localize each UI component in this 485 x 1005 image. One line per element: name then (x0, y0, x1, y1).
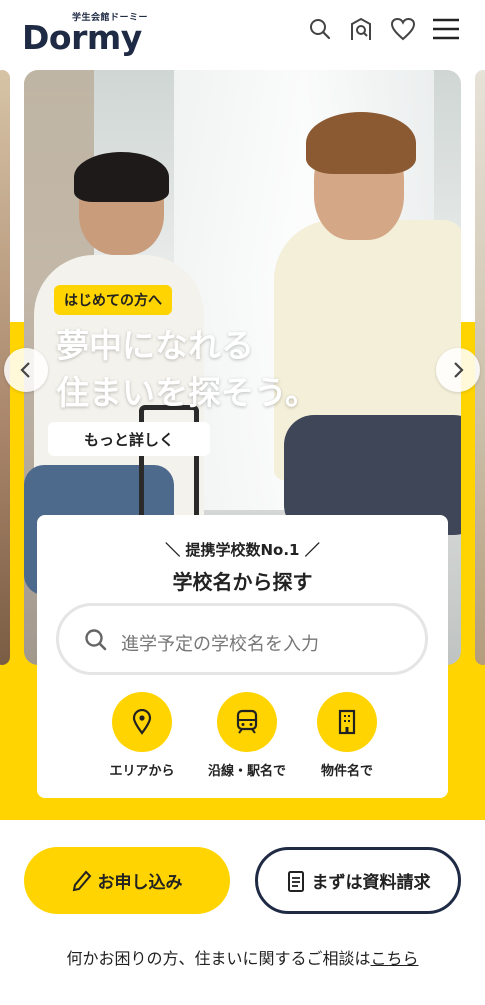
search-pre-title: ＼ 提携学校数No.1 ／ (165, 541, 320, 559)
school-search-card: ＼ 提携学校数No.1 ／ 学校名から探す 進学予定の学校名を入力 エリアから … (37, 515, 448, 798)
search-option-circle (217, 692, 277, 752)
dormy-logo[interactable]: 学生会館ドーミー Dormy (22, 8, 148, 57)
request-documents-button[interactable]: まずは資料請求 (255, 847, 461, 914)
hero-more-button[interactable]: もっと詳しく (48, 422, 210, 456)
search-option-circle (317, 692, 377, 752)
consultation-text: 何かお困りの方、住まいに関するご相談はこちら (0, 945, 485, 969)
hero-title-line: 住まいを探そう。 (56, 373, 319, 412)
search-option-label: エリアから (109, 764, 175, 779)
heart-icon[interactable] (389, 15, 417, 43)
consultation-message: 何かお困りの方、住まいに関するご相談は (66, 949, 371, 968)
hero-photo-person (74, 152, 169, 202)
site-header: 学生会館ドーミー Dormy (0, 0, 485, 62)
search-title: 学校名から探す (172, 570, 313, 594)
document-icon (287, 870, 304, 892)
hero-photo-person (306, 112, 416, 174)
search-option-label: 沿線・駅名で (207, 764, 286, 779)
hero-title-line: 夢中になれる (56, 326, 254, 365)
chevron-right-icon (454, 362, 464, 378)
search-placeholder: 進学予定の学校名を入力 (121, 634, 319, 655)
map-pin-icon (132, 709, 152, 735)
search-icon[interactable] (306, 15, 334, 43)
building-search-icon[interactable] (347, 15, 375, 43)
apply-button[interactable]: お申し込み (24, 847, 230, 914)
apply-button-label: お申し込み (97, 873, 183, 893)
school-search-input[interactable]: 進学予定の学校名を入力 (56, 603, 428, 675)
hero-title: 夢中になれる 住まいを探そう。 (56, 322, 318, 416)
search-icon (85, 629, 107, 651)
carousel-next-button[interactable] (436, 348, 480, 392)
building-icon (338, 709, 356, 735)
pencil-icon (72, 870, 91, 891)
search-option-circle (112, 692, 172, 752)
request-documents-label: まずは資料請求 (311, 873, 431, 893)
hero-badge: はじめての方へ (54, 285, 172, 315)
menu-icon[interactable] (432, 15, 460, 43)
search-by-area-button[interactable]: エリアから (92, 692, 192, 779)
carousel-prev-button[interactable] (4, 348, 48, 392)
consultation-link[interactable]: こちら (371, 949, 419, 968)
train-icon (236, 709, 258, 734)
search-option-label: 物件名で (320, 764, 373, 779)
search-by-line-button[interactable]: 沿線・駅名で (197, 692, 297, 779)
search-by-property-button[interactable]: 物件名で (297, 692, 397, 779)
chevron-left-icon (20, 362, 30, 378)
logo-wordmark: Dormy (22, 18, 142, 57)
